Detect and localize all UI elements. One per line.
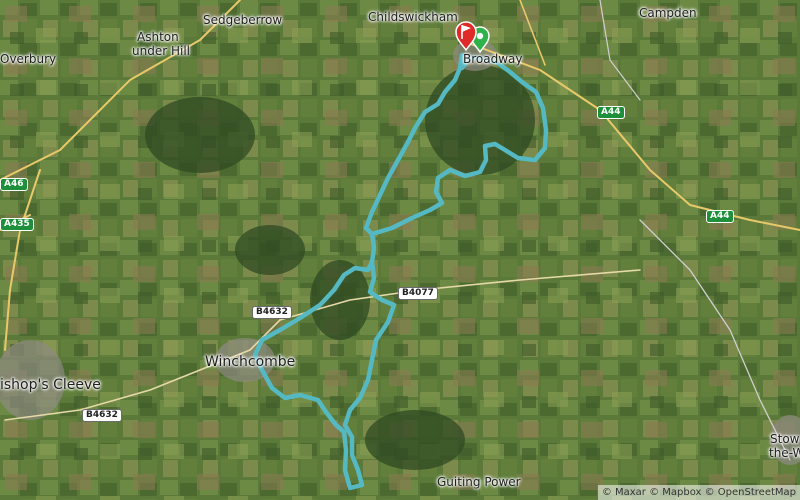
place-label-bishops-cleeve: ishop's Cleeve xyxy=(0,377,101,393)
place-label-stow: Stow xyxy=(770,432,800,446)
place-label-guiting-power: Guiting Power xyxy=(437,475,521,489)
road-shield-a44: A44 xyxy=(706,210,734,223)
road-shield-a44: A44 xyxy=(597,106,625,119)
place-label-ashton: Ashton xyxy=(137,30,179,44)
satellite-map[interactable]: Sedgeberrow Childswickham Campden Ashton… xyxy=(0,0,800,500)
place-label-sedgeberrow: Sedgeberrow xyxy=(203,13,283,27)
place-label-overbury: Overbury xyxy=(0,52,57,66)
map-attribution[interactable]: © Maxar © Mapbox © OpenStreetMap xyxy=(597,485,800,500)
road-shield-a435: A435 xyxy=(0,218,34,231)
place-label-childswickham: Childswickham xyxy=(368,10,458,24)
place-label-under-hill: under Hill xyxy=(132,44,190,58)
road-shield-b4077: B4077 xyxy=(398,287,438,300)
road-shield-b4632: B4632 xyxy=(252,306,292,319)
place-label-campden: Campden xyxy=(639,6,697,20)
map-canvas xyxy=(0,0,800,500)
place-label-broadway: Broadway xyxy=(463,52,523,66)
place-label-stow-line2: the-W xyxy=(769,446,800,460)
road-shield-a46: A46 xyxy=(0,178,28,191)
place-label-winchcombe: Winchcombe xyxy=(205,354,296,370)
road-shield-b4632: B4632 xyxy=(82,409,122,422)
